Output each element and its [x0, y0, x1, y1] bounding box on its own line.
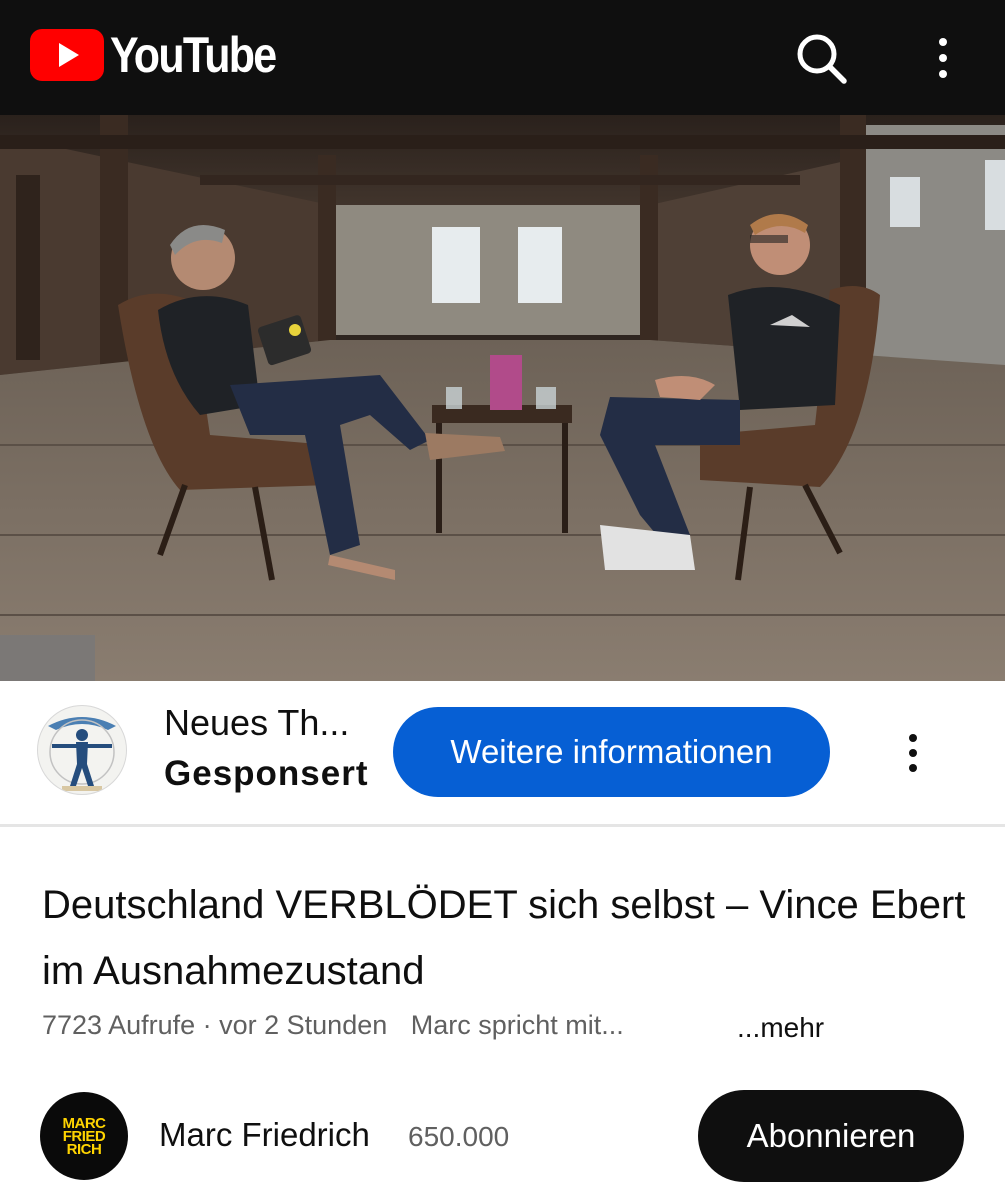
learn-more-button[interactable]: Weitere informationen: [393, 707, 830, 797]
youtube-play-icon: [30, 29, 104, 81]
divider: [0, 824, 1005, 827]
more-description-link[interactable]: ...mehr: [737, 1012, 824, 1044]
search-button[interactable]: [793, 30, 849, 86]
search-icon: [797, 34, 847, 84]
avatar-text-line: RICH: [66, 1140, 102, 1158]
youtube-logo-text: YouTube: [110, 27, 277, 83]
ad-more-options-button[interactable]: [895, 728, 931, 778]
sponsored-label: Gesponsert: [164, 754, 369, 793]
more-options-button[interactable]: [925, 30, 961, 86]
subscribe-button[interactable]: Abonnieren: [698, 1090, 964, 1182]
advertiser-name[interactable]: Neues Th...: [164, 702, 349, 744]
more-vert-icon: [909, 734, 917, 742]
video-meta[interactable]: 7723 Aufrufe · vor 2 Stunden Marc sprich…: [42, 1010, 624, 1041]
advertiser-logo[interactable]: [37, 705, 127, 795]
channel-avatar[interactable]: MARC FRIED RICH: [40, 1092, 128, 1180]
video-title[interactable]: Deutschland VERBLÖDET sich selbst – Vinc…: [42, 872, 977, 1004]
subscriber-count: 650.000: [408, 1121, 510, 1152]
description-snippet: Marc spricht mit...: [410, 1010, 624, 1040]
vitruvian-figure-icon: [48, 717, 116, 791]
more-vert-icon: [939, 38, 947, 46]
top-app-bar: YouTube: [0, 0, 1005, 115]
video-frame-image: [0, 115, 1005, 681]
channel-name[interactable]: Marc Friedrich: [159, 1116, 370, 1154]
views-and-time: 7723 Aufrufe · vor 2 Stunden: [42, 1010, 388, 1040]
youtube-logo[interactable]: YouTube: [30, 27, 302, 83]
video-player[interactable]: [0, 115, 1005, 681]
